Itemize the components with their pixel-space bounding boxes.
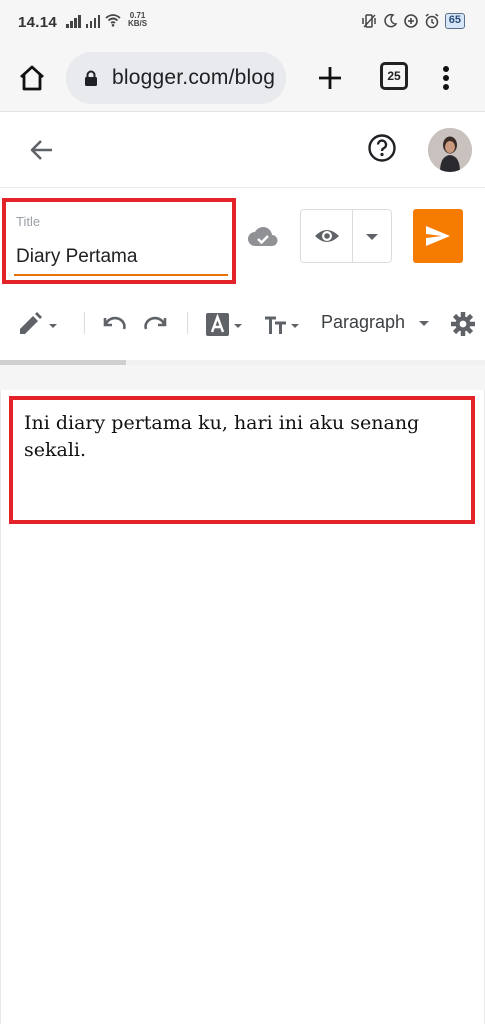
home-icon[interactable]	[14, 60, 50, 96]
network-speed: 0.71 KB/S	[128, 11, 148, 28]
title-field[interactable]: Title Diary Pertama	[2, 198, 236, 284]
chevron-down-icon	[366, 234, 378, 240]
signal-icon	[66, 14, 81, 28]
browser-toolbar: blogger.com/blog 25	[0, 46, 485, 112]
signal-icon-2	[85, 14, 100, 28]
alarm-icon	[425, 13, 439, 29]
vibrate-icon	[362, 14, 376, 28]
chevron-down-icon[interactable]	[418, 320, 430, 328]
data-saver-icon	[403, 14, 418, 28]
pencil-icon[interactable]	[16, 310, 60, 338]
text-color-icon[interactable]	[204, 310, 246, 338]
toolbar-divider	[84, 312, 85, 334]
battery-indicator: 65	[444, 13, 465, 29]
lock-icon	[85, 70, 97, 86]
title-input[interactable]: Diary Pertama	[16, 246, 137, 268]
status-left-icons: 0.71 KB/S	[66, 12, 147, 28]
preview-button[interactable]	[301, 210, 353, 262]
status-time: 14.14	[18, 14, 58, 31]
editor-header	[0, 112, 485, 188]
avatar[interactable]	[428, 128, 472, 172]
status-right-icons: 65	[361, 13, 465, 29]
moon-icon	[384, 13, 398, 28]
address-bar[interactable]: blogger.com/blog	[66, 52, 286, 104]
formatting-toolbar: Paragraph	[0, 298, 485, 350]
post-body[interactable]: Ini diary pertama ku, hari ini aku senan…	[9, 396, 475, 524]
help-icon[interactable]	[366, 132, 398, 164]
more-vert-icon[interactable]	[434, 60, 458, 96]
settings-gear-icon[interactable]	[450, 310, 476, 338]
cloud-saved-icon	[248, 227, 278, 246]
title-label: Title	[16, 214, 41, 229]
post-body-text[interactable]: Ini diary pertama ku, hari ini aku senan…	[24, 410, 464, 464]
eye-icon	[315, 230, 339, 242]
send-icon	[426, 226, 450, 246]
title-underline	[14, 274, 228, 276]
tabs-icon[interactable]: 25	[380, 62, 408, 90]
wifi-icon	[105, 14, 121, 27]
preview-group	[300, 209, 392, 263]
preview-dropdown-button[interactable]	[353, 210, 391, 262]
text-size-icon[interactable]	[262, 310, 304, 338]
avatar-image	[428, 128, 472, 172]
status-bar: 14.14 0.71 KB/S 65	[0, 0, 485, 46]
toolbar-divider-2	[187, 312, 188, 334]
publish-button[interactable]	[413, 209, 463, 263]
plus-icon[interactable]	[312, 60, 348, 96]
back-arrow-icon[interactable]	[26, 134, 58, 166]
paragraph-style-dropdown[interactable]: Paragraph	[321, 312, 405, 333]
url-text[interactable]: blogger.com/blog	[112, 66, 275, 90]
redo-icon[interactable]	[142, 310, 170, 338]
undo-icon[interactable]	[100, 310, 128, 338]
